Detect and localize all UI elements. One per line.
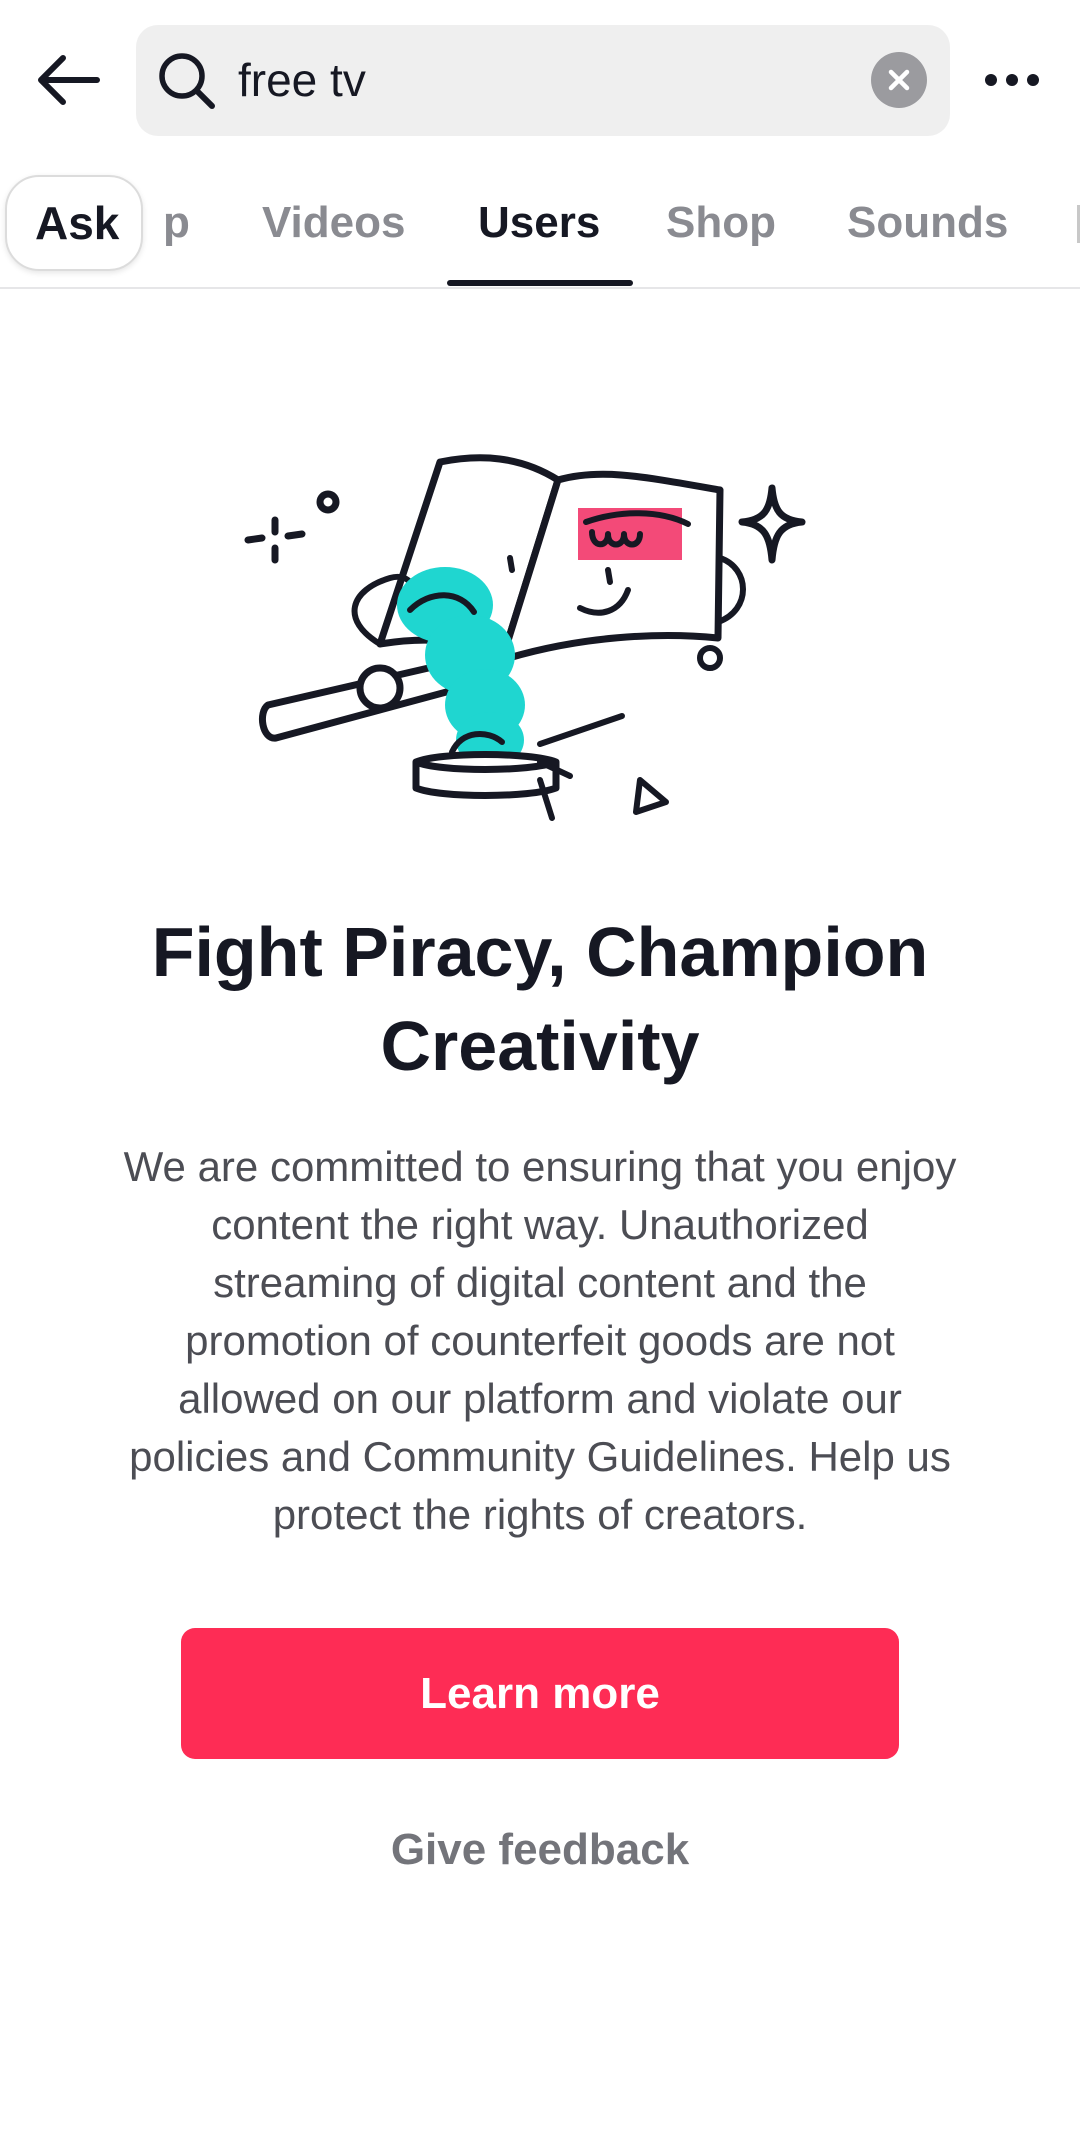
- close-icon: [888, 69, 910, 91]
- more-horizontal-icon: [985, 74, 997, 86]
- clear-search-button[interactable]: [871, 52, 927, 108]
- description-line: streaming of digital content and the: [213, 1259, 867, 1306]
- search-header: free tv: [0, 0, 1080, 165]
- give-feedback-link[interactable]: Give feedback: [240, 1815, 840, 1885]
- notice-title-line: Fight Piracy, Champion: [151, 913, 929, 991]
- tab-shop[interactable]: Shop: [666, 165, 776, 287]
- tab-partial[interactable]: p: [163, 165, 190, 287]
- description-line: allowed on our platform and violate our: [178, 1375, 902, 1422]
- description-line: policies and Community Guidelines. Help …: [129, 1433, 951, 1480]
- tab-users[interactable]: Users: [478, 165, 600, 287]
- notice-title: Fight Piracy, Champion Creativity: [60, 905, 1020, 1093]
- learn-more-button[interactable]: Learn more: [181, 1628, 899, 1759]
- more-options-button[interactable]: [976, 55, 1048, 105]
- back-button[interactable]: [28, 40, 108, 120]
- search-results-page: free tv Ask p Videos Users Shop Sounds F…: [0, 0, 1080, 2140]
- search-box[interactable]: free tv: [136, 25, 950, 136]
- arrow-left-icon: [38, 55, 100, 105]
- search-icon: [159, 53, 215, 109]
- search-input[interactable]: free tv: [238, 25, 366, 136]
- tab-videos[interactable]: Videos: [262, 165, 405, 287]
- tab-sounds[interactable]: Sounds: [847, 165, 1008, 287]
- description-line: We are committed to ensuring that you en…: [123, 1143, 957, 1190]
- description-line: protect the rights of creators.: [272, 1491, 808, 1538]
- description-line: content the right way. Unauthorized: [211, 1201, 869, 1248]
- tab-ask[interactable]: Ask: [5, 175, 143, 271]
- active-tab-indicator: [447, 280, 633, 286]
- search-tabs: Ask p Videos Users Shop Sounds: [0, 165, 1080, 289]
- notice-title-line: Creativity: [380, 1007, 700, 1085]
- book-gavel-illustration: [244, 454, 806, 821]
- description-line: promotion of counterfeit goods are not: [185, 1317, 895, 1364]
- notice-description: We are committed to ensuring that you en…: [70, 1138, 1010, 1544]
